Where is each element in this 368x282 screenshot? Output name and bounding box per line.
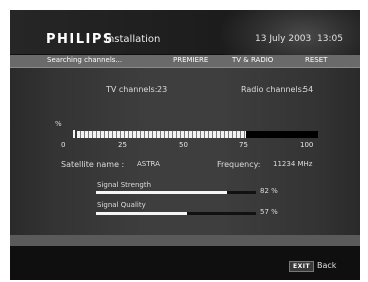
- brand-logo: PHILIPS: [46, 32, 114, 47]
- exit-key-icon[interactable]: EXIT: [289, 261, 315, 272]
- signal-quality-label: Signal Quality: [97, 201, 146, 209]
- progress-unit: %: [55, 120, 62, 128]
- scan-progress-bar: [77, 131, 318, 138]
- progress-tick-75: 75: [239, 141, 248, 149]
- tv-channels-value: 23: [157, 85, 168, 94]
- frequency-label: Frequency:: [217, 160, 261, 169]
- signal-quality-value: 57 %: [260, 208, 278, 216]
- satellite-name-label: Satellite name :: [61, 160, 125, 169]
- menu-bar: Searching channels... PREMIERE TV & RADI…: [10, 55, 360, 68]
- signal-strength-fill: [96, 191, 228, 194]
- menu-item-tv-radio[interactable]: TV & RADIO: [232, 56, 273, 64]
- scan-progress-fill: [77, 131, 246, 138]
- signal-quality-track: [96, 212, 256, 215]
- radio-channels-label: Radio channels:: [241, 85, 305, 94]
- signal-quality-fill: [96, 212, 188, 215]
- signal-strength-track: [96, 191, 256, 194]
- progress-tick-0: 0: [61, 141, 66, 149]
- signal-strength-label: Signal Strength: [97, 181, 152, 189]
- time-display: 13:05: [317, 34, 343, 44]
- tv-channels-label: TV channels:: [106, 85, 158, 94]
- date-display: 13 July 2003: [255, 34, 312, 44]
- header: PHILIPS Installation 13 July 2003 13:05: [10, 10, 360, 80]
- footer-bar: [10, 235, 360, 246]
- progress-tick-25: 25: [118, 141, 127, 149]
- satellite-name-value: ASTRA: [137, 160, 160, 168]
- progress-start-marker: [73, 130, 75, 138]
- search-status: Searching channels...: [47, 56, 123, 64]
- frequency-value: 11234 MHz: [273, 160, 313, 168]
- tv-screen: PHILIPS Installation 13 July 2003 13:05 …: [10, 10, 360, 280]
- menu-item-reset[interactable]: RESET: [305, 56, 327, 64]
- radio-channels-value: 54: [303, 85, 314, 94]
- menu-item-premiere[interactable]: PREMIERE: [173, 56, 208, 64]
- signal-strength-value: 82 %: [260, 187, 278, 195]
- back-label: Back: [317, 261, 337, 270]
- progress-tick-50: 50: [179, 141, 188, 149]
- page-title: Installation: [105, 34, 161, 45]
- progress-tick-100: 100: [300, 141, 314, 149]
